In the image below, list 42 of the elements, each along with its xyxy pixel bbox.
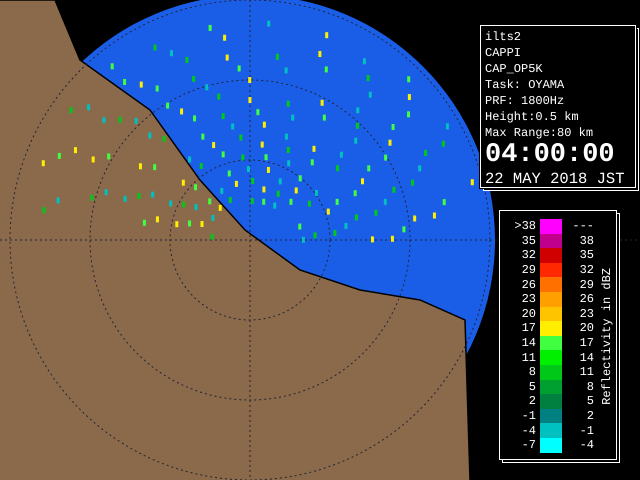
legend-high-value: 23 — [578, 306, 595, 321]
legend-high-value: --- — [571, 219, 595, 234]
legend-high-value: 35 — [578, 248, 595, 262]
info-line: CAP_OP5K — [485, 61, 544, 77]
legend-low-value: 29 — [520, 263, 537, 278]
legend-low-value: -7 — [520, 438, 537, 452]
info-line: PRF: 1800Hz — [485, 93, 566, 109]
legend-high-value: 8 — [586, 380, 595, 394]
legend-low-value: -1 — [520, 409, 537, 424]
info-line: Max Range:80 km — [485, 125, 594, 141]
legend-low-value: 5 — [528, 380, 537, 394]
legend-high-value: -4 — [578, 438, 595, 452]
legend-low-value: >38 — [513, 219, 537, 234]
legend-low-value: -4 — [520, 424, 537, 438]
time-text: 04:00:00 — [485, 141, 616, 169]
legend-high-value: 26 — [578, 292, 595, 306]
legend-low-value: 14 — [520, 336, 537, 350]
legend-low-value: 26 — [520, 278, 537, 292]
legend-high-value: 20 — [578, 321, 595, 336]
legend-high-value: 32 — [578, 263, 595, 278]
legend-high-value: 29 — [578, 278, 595, 292]
info-line: CAPPI — [485, 45, 522, 61]
legend-title: Reflectivity in dBZ — [600, 268, 614, 404]
legend-low-value: 32 — [520, 248, 537, 262]
info-line: ilts2 — [485, 29, 522, 45]
legend-high-value: -1 — [578, 424, 595, 438]
legend-high-value: 14 — [578, 350, 595, 365]
legend-low-value: 35 — [520, 234, 537, 248]
legend-high-value: 17 — [578, 336, 595, 350]
legend-low-value: 17 — [520, 321, 537, 336]
legend-low-value: 8 — [528, 365, 537, 380]
legend-high-value: 11 — [578, 365, 595, 380]
legend-high-value: 2 — [586, 409, 595, 424]
info-line: Height:0.5 km — [485, 109, 580, 125]
date-text: 22 MAY 2018 JST — [485, 169, 625, 189]
legend-low-value: 23 — [520, 292, 537, 306]
legend-low-value: 11 — [520, 350, 537, 365]
legend-low-value: 2 — [528, 394, 537, 408]
legend-high-value: 38 — [578, 234, 595, 248]
legend-high-value: 5 — [586, 394, 595, 408]
info-line: Task: OYAMA — [485, 77, 566, 93]
legend-low-value: 20 — [520, 306, 537, 321]
